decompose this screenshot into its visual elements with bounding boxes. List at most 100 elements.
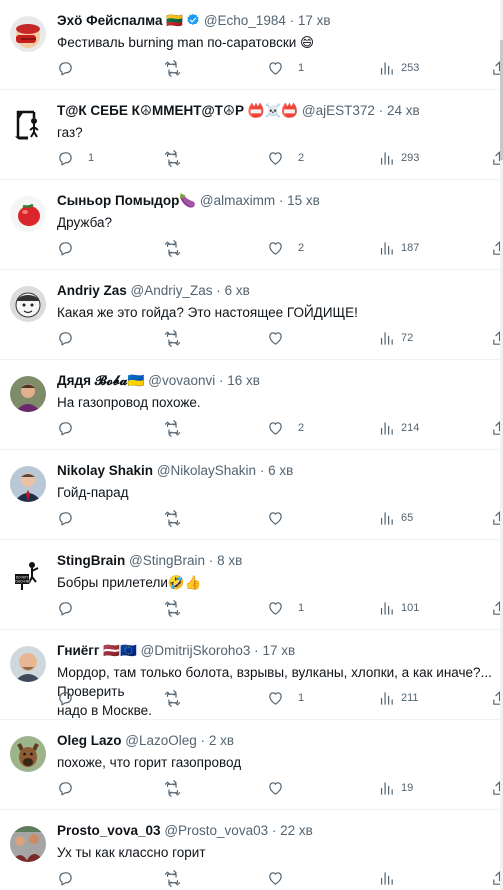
tweet-item[interactable]: Andriy Zas @Andriy_Zas · 6 хв Какая же э…: [0, 270, 503, 360]
tweet-item[interactable]: DO NOT TOUCH ME StingBrain @StingBrain · …: [0, 540, 503, 630]
retweet-icon: [164, 599, 181, 617]
tweet-item[interactable]: Эхö Фейспалма 🇱🇹 @Echo_1984 · 17 хв Фест…: [0, 0, 503, 90]
timestamp[interactable]: 17 хв: [298, 13, 331, 28]
display-name[interactable]: Oleg Lazo: [57, 733, 122, 748]
like-button[interactable]: 2: [267, 418, 304, 438]
timestamp[interactable]: 16 хв: [227, 373, 260, 388]
avatar[interactable]: [10, 106, 46, 142]
avatar[interactable]: [10, 376, 46, 412]
user-handle[interactable]: @LazoOleg: [125, 733, 197, 748]
user-handle[interactable]: @StingBrain: [129, 553, 205, 568]
reply-button[interactable]: [57, 238, 88, 258]
retweet-icon: [164, 689, 181, 707]
avatar[interactable]: [10, 646, 46, 682]
tweet-item[interactable]: Т@К СЕБЕ К☮ММЕНТ@Т☮Р 📛☠️📛 @ajEST372 · 24…: [0, 90, 503, 180]
display-name[interactable]: Сыньор Помыдор🍆: [57, 193, 196, 208]
display-name[interactable]: Т@К СЕБЕ К☮ММЕНТ@Т☮Р 📛☠️📛: [57, 103, 298, 118]
timestamp[interactable]: 6 хв: [225, 283, 250, 298]
views-button[interactable]: 101: [378, 598, 419, 618]
reply-button[interactable]: [57, 328, 88, 348]
user-handle[interactable]: @NikolayShakin: [157, 463, 256, 478]
tweet-item[interactable]: Сыньор Помыдор🍆 @almaximm · 15 хв Дружба…: [0, 180, 503, 270]
views-button[interactable]: 65: [378, 508, 413, 528]
avatar[interactable]: DO NOT TOUCH ME: [10, 556, 46, 592]
timestamp[interactable]: 6 хв: [268, 463, 293, 478]
timestamp[interactable]: 17 хв: [262, 643, 295, 658]
views-button[interactable]: 214: [378, 418, 419, 438]
like-button[interactable]: 2: [267, 148, 304, 168]
reply-button[interactable]: [57, 58, 88, 78]
user-handle[interactable]: @Prosto_vova03: [164, 823, 268, 838]
display-name[interactable]: Prosto_vova_03: [57, 823, 161, 838]
display-name[interactable]: StingBrain: [57, 553, 125, 568]
avatar[interactable]: [10, 826, 46, 862]
retweet-icon: [164, 779, 181, 797]
like-button[interactable]: 1: [267, 58, 304, 78]
avatar[interactable]: [10, 466, 46, 502]
views-icon: [380, 781, 393, 795]
views-button[interactable]: 19: [378, 778, 413, 798]
user-handle[interactable]: @vovaonvi: [148, 373, 215, 388]
retweet-button[interactable]: [164, 778, 195, 798]
tweet-header: Т@К СЕБЕ К☮ММЕНТ@Т☮Р 📛☠️📛 @ajEST372 · 24…: [57, 101, 503, 121]
action-bar: 65: [57, 508, 503, 528]
like-button[interactable]: 1: [267, 598, 304, 618]
timestamp[interactable]: 2 хв: [209, 733, 234, 748]
user-handle[interactable]: @almaximm: [200, 193, 275, 208]
views-button[interactable]: 293: [378, 148, 419, 168]
tweet-item[interactable]: Prosto_vova_03 @Prosto_vova03 · 22 хв Ух…: [0, 810, 503, 890]
tweet-item[interactable]: Гниёгг 🇱🇻🇪🇺 @DmitrijSkoroho3 · 17 хв Мор…: [0, 630, 503, 720]
retweet-button[interactable]: [164, 148, 195, 168]
views-button[interactable]: 253: [378, 58, 419, 78]
display-name[interactable]: Дядя 𝓑𝓸𝓫𝓪🇺🇦: [57, 373, 144, 388]
reply-button[interactable]: [57, 418, 88, 438]
views-button[interactable]: 72: [378, 328, 413, 348]
like-button[interactable]: 2: [267, 238, 304, 258]
tweet-item[interactable]: Дядя 𝓑𝓸𝓫𝓪🇺🇦 @vovaonvi · 16 хв На газопро…: [0, 360, 503, 450]
display-name[interactable]: Эхö Фейспалма 🇱🇹: [57, 13, 183, 28]
timestamp[interactable]: 8 хв: [217, 553, 242, 568]
avatar[interactable]: [10, 16, 46, 52]
retweet-icon: [164, 329, 181, 347]
like-button[interactable]: 1: [267, 688, 304, 708]
retweet-button[interactable]: [164, 688, 195, 708]
retweet-button[interactable]: [164, 238, 195, 258]
timestamp[interactable]: 22 хв: [280, 823, 313, 838]
tweet-item[interactable]: Nikolay Shakin @NikolayShakin · 6 хв Гой…: [0, 450, 503, 540]
retweet-button[interactable]: [164, 508, 195, 528]
like-button[interactable]: [267, 778, 298, 798]
reply-button[interactable]: [57, 778, 88, 798]
reply-button[interactable]: [57, 688, 88, 708]
timestamp[interactable]: 15 хв: [287, 193, 320, 208]
like-button[interactable]: [267, 328, 298, 348]
retweet-button[interactable]: [164, 328, 195, 348]
like-button[interactable]: [267, 508, 298, 528]
views-button[interactable]: 187: [378, 238, 419, 258]
reply-button[interactable]: [57, 598, 88, 618]
reply-icon: [59, 871, 72, 885]
timestamp[interactable]: 24 хв: [387, 103, 420, 118]
views-button[interactable]: [378, 868, 401, 888]
display-name[interactable]: Nikolay Shakin: [57, 463, 153, 478]
retweet-button[interactable]: [164, 868, 195, 888]
avatar[interactable]: [10, 736, 46, 772]
reply-button[interactable]: [57, 868, 88, 888]
like-button[interactable]: [267, 868, 298, 888]
avatar[interactable]: [10, 196, 46, 232]
views-button[interactable]: 211: [378, 688, 419, 708]
user-handle[interactable]: @Andriy_Zas: [131, 283, 213, 298]
reply-button[interactable]: [57, 508, 88, 528]
display-name[interactable]: Andriy Zas: [57, 283, 127, 298]
retweet-button[interactable]: [164, 58, 195, 78]
user-handle[interactable]: @ajEST372: [302, 103, 375, 118]
tweet-item[interactable]: Oleg Lazo @LazoOleg · 2 хв похоже, что г…: [0, 720, 503, 810]
user-handle[interactable]: @Echo_1984: [204, 13, 286, 28]
tweet-header: Сыньор Помыдор🍆 @almaximm · 15 хв: [57, 191, 503, 211]
avatar[interactable]: [10, 286, 46, 322]
reply-button[interactable]: 1: [57, 148, 94, 168]
display-name[interactable]: Гниёгг 🇱🇻🇪🇺: [57, 643, 137, 658]
tweet-header: Prosto_vova_03 @Prosto_vova03 · 22 хв: [57, 821, 503, 841]
user-handle[interactable]: @DmitrijSkoroho3: [141, 643, 251, 658]
retweet-button[interactable]: [164, 418, 195, 438]
retweet-button[interactable]: [164, 598, 195, 618]
